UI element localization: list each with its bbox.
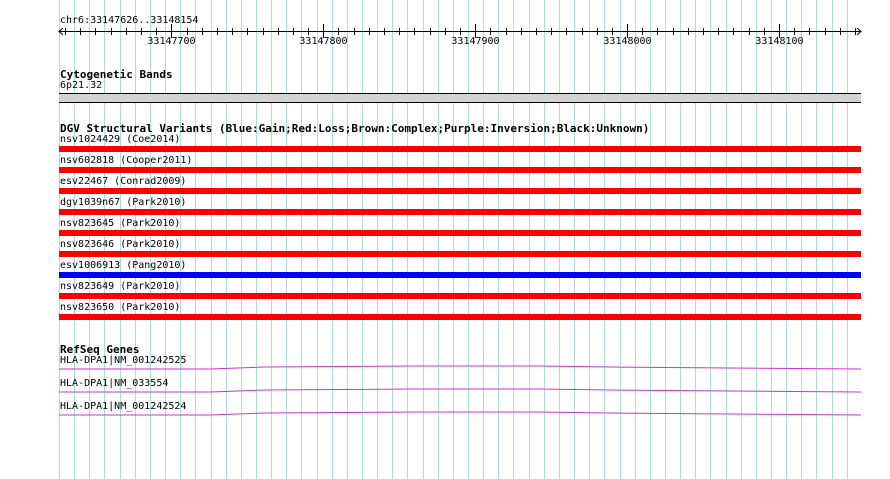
ruler-tick-label: 33148000 bbox=[603, 36, 651, 47]
dgv-variant-label[interactable]: esv22467 (Conrad2009) bbox=[60, 176, 186, 188]
dgv-variant-label[interactable]: nsv823646 (Park2010) bbox=[60, 239, 180, 251]
dgv-variant-bar[interactable] bbox=[59, 293, 861, 299]
cytoband-bar[interactable] bbox=[59, 93, 861, 103]
dgv-variant-label[interactable]: nsv823649 (Park2010) bbox=[60, 281, 180, 293]
refseq-gene-model[interactable] bbox=[0, 363, 890, 371]
dgv-variant-label[interactable]: nsv823645 (Park2010) bbox=[60, 218, 180, 230]
dgv-variant-bar[interactable] bbox=[59, 209, 861, 215]
dgv-variant-bar[interactable] bbox=[59, 146, 861, 152]
ruler: 33147700 33147800 33147900 33148000 33148100 bbox=[58, 24, 862, 47]
dgv-variant-label[interactable]: dgv1039n67 (Park2010) bbox=[60, 197, 186, 209]
dgv-variant-label[interactable]: nsv823650 (Park2010) bbox=[60, 302, 180, 314]
dgv-variant-bar[interactable] bbox=[59, 188, 861, 194]
dgv-variant-label[interactable]: esv1006913 (Pang2010) bbox=[60, 260, 186, 272]
ruler-tick-label: 33147900 bbox=[451, 36, 499, 47]
refseq-gene-model[interactable] bbox=[0, 409, 890, 417]
cytoband-label: 6p21.32 bbox=[60, 80, 103, 91]
ruler-tick-label: 33147700 bbox=[147, 36, 195, 47]
refseq-gene-model[interactable] bbox=[0, 386, 890, 394]
dgv-variant-bar[interactable] bbox=[59, 314, 861, 320]
ruler-tick-label: 33148100 bbox=[755, 36, 803, 47]
dgv-variant-bar[interactable] bbox=[59, 272, 861, 278]
dgv-variant-bar[interactable] bbox=[59, 251, 861, 257]
dgv-variant-bar[interactable] bbox=[59, 167, 861, 173]
dgv-variant-label[interactable]: nsv1024429 (Coe2014) bbox=[60, 134, 180, 146]
ruler-tick-label: 33147800 bbox=[299, 36, 347, 47]
dgv-variant-bar[interactable] bbox=[59, 230, 861, 236]
dgv-variant-label[interactable]: nsv602818 (Cooper2011) bbox=[60, 155, 192, 167]
